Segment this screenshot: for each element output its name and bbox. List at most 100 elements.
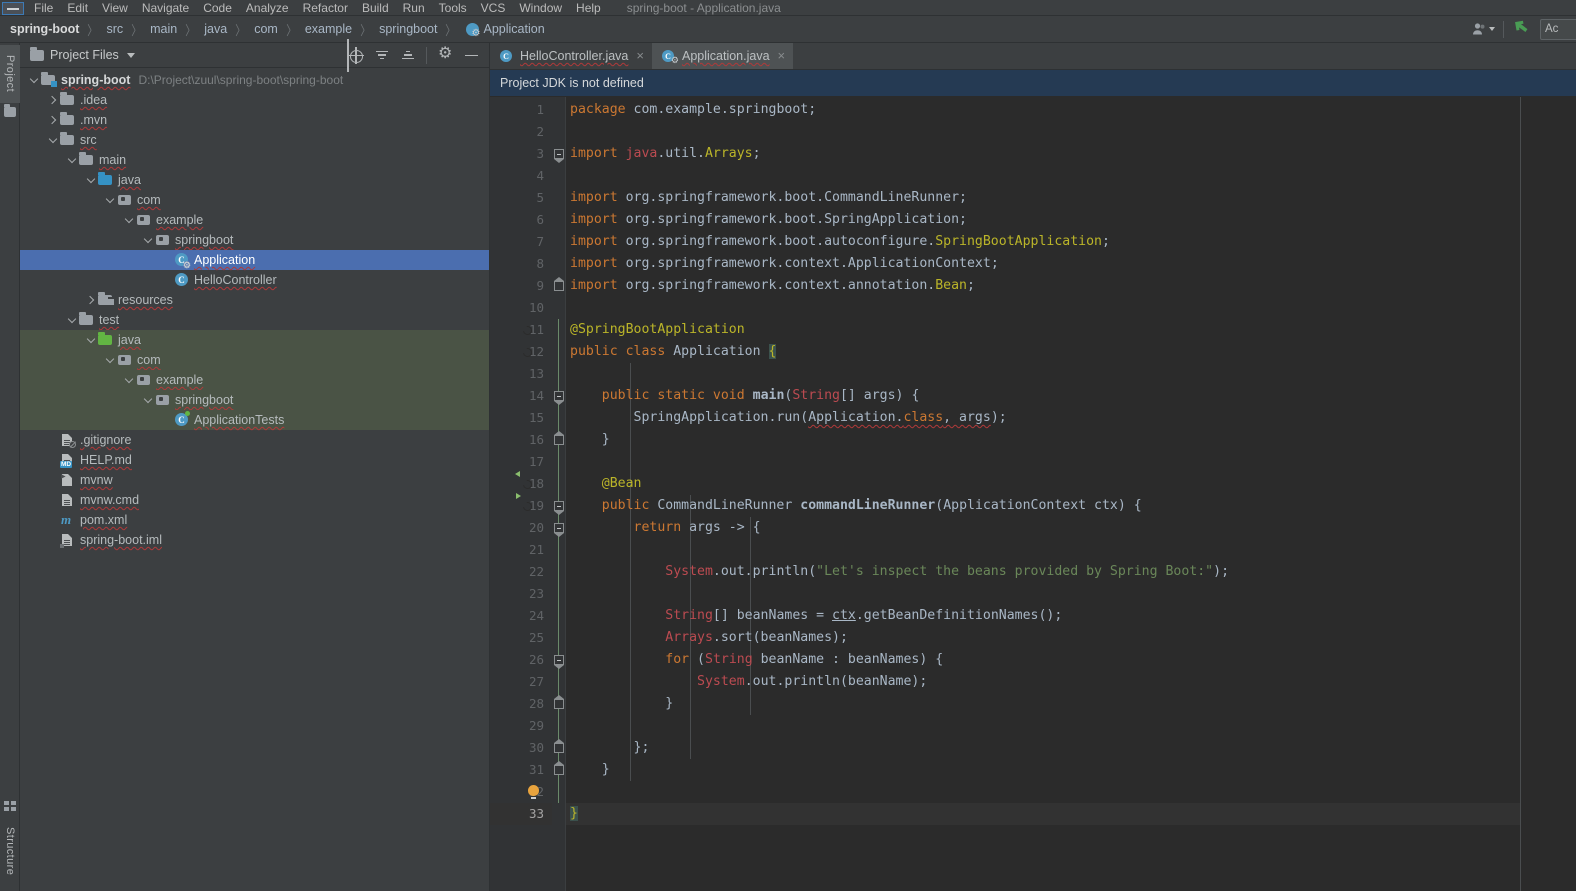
menu-run[interactable]: Run bbox=[403, 2, 425, 15]
menu-file[interactable]: File bbox=[34, 2, 53, 15]
chevron-down-icon[interactable] bbox=[126, 52, 135, 58]
tree-node-com[interactable]: com bbox=[20, 190, 489, 210]
tree-node-help-md[interactable]: MD HELP.md bbox=[20, 450, 489, 470]
spring-bean-icon[interactable] bbox=[520, 323, 534, 337]
menu-help[interactable]: Help bbox=[576, 2, 601, 15]
tree-node-hellocontroller[interactable]: C HelloController bbox=[20, 270, 489, 290]
chevron-right-icon[interactable] bbox=[47, 90, 59, 110]
chevron-down-icon[interactable] bbox=[85, 170, 97, 190]
fold-end-icon[interactable] bbox=[554, 739, 564, 753]
tree-node--gitignore[interactable]: .gitignore bbox=[20, 430, 489, 450]
close-icon[interactable]: × bbox=[778, 49, 786, 62]
breadcrumb-item-application[interactable]: ⚙ Application bbox=[463, 21, 547, 38]
chevron-down-icon[interactable] bbox=[123, 370, 135, 390]
menu-tools[interactable]: Tools bbox=[439, 2, 467, 15]
breadcrumb-item-java[interactable]: java bbox=[202, 21, 229, 37]
tree-node-main[interactable]: main bbox=[20, 150, 489, 170]
fold-end-icon[interactable] bbox=[554, 761, 564, 775]
chevron-down-icon[interactable] bbox=[47, 130, 59, 150]
menu-refactor[interactable]: Refactor bbox=[303, 2, 348, 15]
tree-node-application[interactable]: CApplication bbox=[20, 250, 489, 270]
fold-expand-icon[interactable] bbox=[554, 149, 564, 163]
editor-tab-application-java[interactable]: C ⚙ Application.java × bbox=[651, 43, 794, 69]
breadcrumb-item-src[interactable]: src bbox=[104, 21, 125, 37]
fold-end-icon[interactable] bbox=[554, 431, 564, 445]
intention-bulb-icon[interactable] bbox=[516, 785, 539, 799]
chevron-down-icon[interactable] bbox=[66, 310, 78, 330]
close-icon[interactable]: × bbox=[636, 49, 644, 62]
tree-node-java[interactable]: java bbox=[20, 330, 489, 350]
locate-icon[interactable] bbox=[347, 46, 364, 64]
tree-node-java[interactable]: java bbox=[20, 170, 489, 190]
tree-node-spring-boot[interactable]: spring-boot D:\Project\zuul\spring-boot\s… bbox=[20, 70, 489, 90]
tool-window-tab-project[interactable]: Project bbox=[0, 45, 20, 103]
chevron-down-icon[interactable] bbox=[104, 190, 116, 210]
tree-node-mvnw[interactable]: mvnw bbox=[20, 470, 489, 490]
tree-node-label: springboot bbox=[175, 233, 234, 247]
tree-node-spring-boot-iml[interactable]: spring-boot.iml bbox=[20, 530, 489, 550]
tree-node-pom-xml[interactable]: m pom.xml bbox=[20, 510, 489, 530]
tree-node--mvn[interactable]: .mvn bbox=[20, 110, 489, 130]
gear-icon[interactable] bbox=[438, 45, 453, 63]
window-system-button[interactable] bbox=[2, 2, 24, 15]
fold-expand-icon[interactable] bbox=[554, 655, 564, 669]
breadcrumb-item-springboot[interactable]: springboot bbox=[377, 21, 439, 37]
editor-tab-hellocontroller-java[interactable]: C HelloController.java × bbox=[490, 43, 652, 69]
menu-build[interactable]: Build bbox=[362, 2, 389, 15]
chevron-down-icon[interactable] bbox=[142, 390, 154, 410]
tree-node-springboot[interactable]: springboot bbox=[20, 230, 489, 250]
breadcrumb-item-main[interactable]: main bbox=[148, 21, 179, 37]
breadcrumb-item-example[interactable]: example bbox=[303, 21, 354, 37]
menu-view[interactable]: View bbox=[102, 2, 128, 15]
menu-navigate[interactable]: Navigate bbox=[142, 2, 189, 15]
menu-code[interactable]: Code bbox=[203, 2, 232, 15]
breadcrumb-item-com[interactable]: com bbox=[252, 21, 280, 37]
spring-bean-right-icon[interactable] bbox=[520, 499, 534, 513]
chevron-down-icon[interactable] bbox=[104, 350, 116, 370]
fold-gutter[interactable] bbox=[552, 97, 566, 891]
breadcrumb-item-spring-boot[interactable]: spring-boot bbox=[8, 21, 81, 37]
menu-analyze[interactable]: Analyze bbox=[246, 2, 289, 15]
chevron-down-icon[interactable] bbox=[28, 70, 40, 90]
chevron-down-icon[interactable] bbox=[123, 210, 135, 230]
run-configuration-combo[interactable]: Ac bbox=[1540, 18, 1576, 40]
tree-node-springboot[interactable]: springboot bbox=[20, 390, 489, 410]
user-account-icon[interactable] bbox=[1472, 22, 1495, 36]
chevron-down-icon[interactable] bbox=[66, 150, 78, 170]
code-text-area[interactable]: package com.example.springboot; import ja… bbox=[566, 97, 1520, 891]
chevron-down-icon[interactable] bbox=[85, 330, 97, 350]
tree-node-example[interactable]: example bbox=[20, 210, 489, 230]
tree-node-com[interactable]: com bbox=[20, 350, 489, 370]
tree-node--idea[interactable]: .idea bbox=[20, 90, 489, 110]
tree-node-example[interactable]: example bbox=[20, 370, 489, 390]
code-token: , args bbox=[943, 410, 991, 425]
menu-window[interactable]: Window bbox=[519, 2, 562, 15]
chevron-right-icon[interactable] bbox=[85, 290, 97, 310]
tool-window-tab-structure[interactable]: Structure bbox=[0, 815, 20, 887]
error-stripe[interactable] bbox=[1520, 97, 1532, 891]
fold-end-icon[interactable] bbox=[554, 277, 564, 291]
tree-node-test[interactable]: test bbox=[20, 310, 489, 330]
menu-edit[interactable]: Edit bbox=[67, 2, 88, 15]
spring-class-icon[interactable] bbox=[520, 345, 534, 359]
fold-expand-icon[interactable] bbox=[554, 391, 564, 405]
tree-node-mvnw-cmd[interactable]: mvnw.cmd bbox=[20, 490, 489, 510]
fold-end-icon[interactable] bbox=[554, 695, 564, 709]
tree-node-src[interactable]: src bbox=[20, 130, 489, 150]
code-editor[interactable]: 1 2 3 4 5 6 7 8 9 10 11 12 13 14 15 16 17 18 19 20 21 22 23 24 2… bbox=[490, 97, 1576, 891]
green-arrow-icon[interactable] bbox=[1512, 17, 1532, 42]
project-tree[interactable]: spring-boot D:\Project\zuul\spring-boot\s… bbox=[20, 68, 489, 891]
collapse-all-icon[interactable] bbox=[400, 48, 415, 63]
chevron-down-icon[interactable] bbox=[142, 230, 154, 250]
fold-expand-icon[interactable] bbox=[554, 501, 564, 515]
chevron-right-icon[interactable] bbox=[47, 110, 59, 130]
minimize-icon[interactable] bbox=[464, 48, 479, 63]
spring-bean-left-icon[interactable] bbox=[520, 477, 534, 491]
jdk-notification-bar: Project JDK is not defined bbox=[490, 70, 1576, 97]
tree-node-resources[interactable]: resources bbox=[20, 290, 489, 310]
tree-node-applicationtests[interactable]: C ApplicationTests bbox=[20, 410, 489, 430]
menu-vcs[interactable]: VCS bbox=[481, 2, 506, 15]
fold-expand-icon[interactable] bbox=[554, 523, 564, 537]
expand-all-icon[interactable] bbox=[374, 48, 389, 63]
line-number-gutter[interactable]: 1 2 3 4 5 6 7 8 9 10 11 12 13 14 15 16 17 18 19 20 21 22 23 24 2… bbox=[490, 97, 552, 891]
